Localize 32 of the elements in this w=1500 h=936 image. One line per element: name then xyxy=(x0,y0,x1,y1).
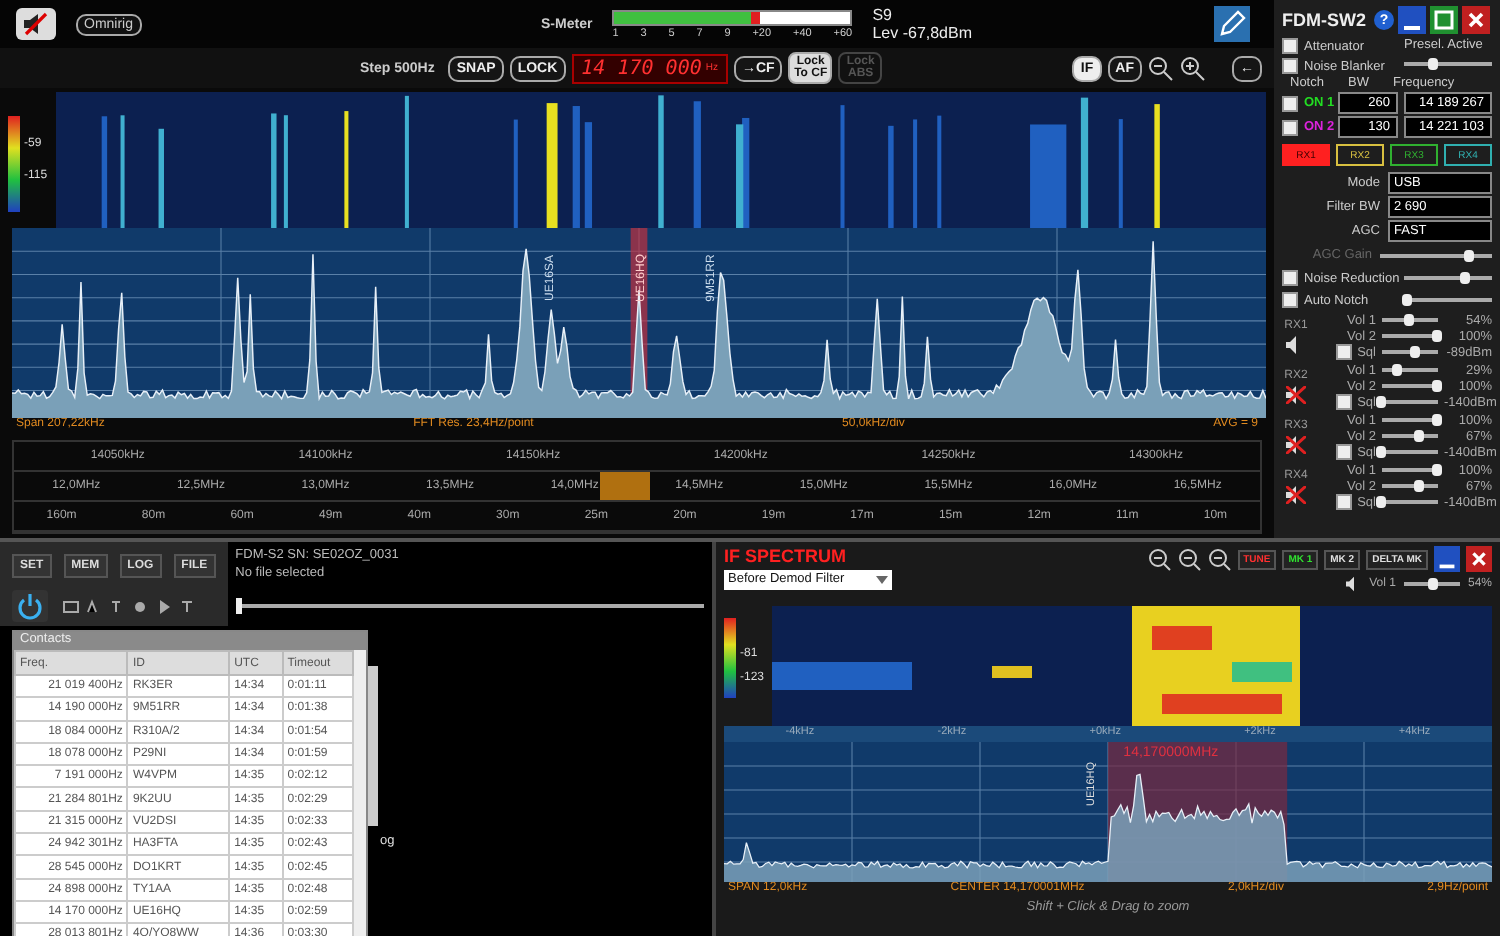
checkbox[interactable] xyxy=(1335,444,1352,460)
checkbox[interactable] xyxy=(1282,119,1298,135)
s-meter-reading: S9 xyxy=(872,6,894,24)
view-range-marker[interactable] xyxy=(599,472,650,500)
color-scale-bar xyxy=(724,618,736,698)
zoom-icon[interactable] xyxy=(1147,547,1172,571)
minimize-icon[interactable] xyxy=(1398,6,1426,34)
mute-button[interactable] xyxy=(16,8,56,40)
zoom-icon[interactable] xyxy=(1177,547,1202,571)
power-icon[interactable] xyxy=(12,590,48,622)
close-icon[interactable] xyxy=(1466,546,1492,572)
color-scale-bar xyxy=(8,116,20,212)
close-icon[interactable] xyxy=(1462,6,1490,34)
window-title: FDM-SW2 xyxy=(1282,10,1366,30)
signal-level-text: Lev -67,8dBm xyxy=(872,24,973,42)
dropdown-arrow-icon xyxy=(876,574,888,586)
checkbox[interactable] xyxy=(1282,95,1298,111)
speaker-muted-icon[interactable] xyxy=(1286,385,1306,403)
checkbox[interactable] xyxy=(1335,344,1352,360)
checkbox[interactable] xyxy=(1335,394,1352,410)
maximize-icon[interactable] xyxy=(1430,6,1458,34)
speaker-muted-icon[interactable] xyxy=(1286,485,1306,503)
scrollbar[interactable] xyxy=(368,666,378,826)
checkbox[interactable] xyxy=(1335,494,1352,510)
minimize-icon[interactable] xyxy=(1434,546,1460,572)
zoom-out-icon[interactable] xyxy=(1148,55,1174,81)
pen-icon[interactable] xyxy=(1214,6,1250,42)
speaker-muted-icon[interactable] xyxy=(1286,435,1306,453)
speaker-muted-icon xyxy=(22,12,50,36)
zoom-icon[interactable] xyxy=(1207,547,1232,571)
zoom-in-icon[interactable] xyxy=(1180,55,1206,81)
panel-title: IF SPECTRUM xyxy=(724,546,849,566)
